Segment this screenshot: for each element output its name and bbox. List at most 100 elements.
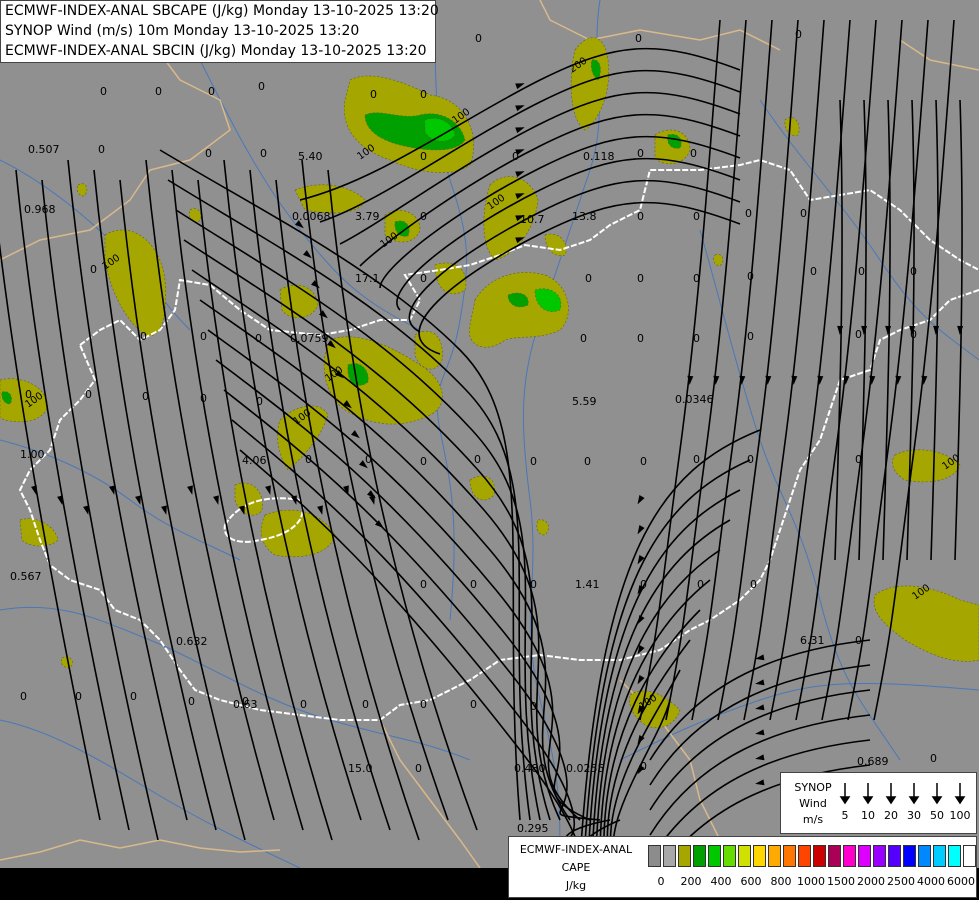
map-value-label: 0 [420, 210, 427, 223]
map-value-label: 0 [745, 207, 752, 220]
map-value-label: 0 [693, 272, 700, 285]
map-value-label: 3.79 [355, 210, 380, 223]
map-value-label: 0 [242, 695, 249, 708]
map-value-label: 0 [585, 272, 592, 285]
map-background [0, 0, 979, 900]
colorbar-swatch [843, 845, 856, 867]
header-line-cape: ECMWF-INDEX-ANAL SBCAPE (J/kg) Monday 13… [5, 3, 439, 19]
map-value-label: 0 [855, 453, 862, 466]
map-value-label: 0 [795, 28, 802, 41]
map-value-label: 0 [188, 695, 195, 708]
map-value-label: 0 [858, 265, 865, 278]
map-value-label: 0 [693, 332, 700, 345]
map-value-label: 0 [697, 578, 704, 591]
synop-wind-legend: SYNOP Wind m/s 5 10 20 30 50 100 [780, 772, 977, 834]
colorbar-title: ECMWF-INDEX-ANAL [519, 843, 633, 856]
map-value-label: 0 [75, 690, 82, 703]
map-value-label: 0 [155, 85, 162, 98]
map-value-label: 0 [370, 88, 377, 101]
map-value-label: 1.00 [20, 448, 45, 461]
map-value-label: 0 [930, 752, 937, 765]
map-value-label: 0 [300, 698, 307, 711]
map-value-label: 0 [420, 698, 427, 711]
map-value-label: 0.567 [10, 570, 42, 583]
map-value-label: 0 [747, 453, 754, 466]
colorbar-swatch [753, 845, 766, 867]
map-value-label: 0 [415, 762, 422, 775]
map-value-label: 0 [855, 634, 862, 647]
map-value-label: 17.1 [355, 272, 380, 285]
map-value-label: 0.480 [514, 762, 546, 775]
map-value-label: 0 [530, 455, 537, 468]
map-value-label: 0 [205, 147, 212, 160]
colorbar-swatch [858, 845, 871, 867]
map-value-label: 4.06 [242, 454, 267, 467]
map-value-label: 0 [420, 88, 427, 101]
map-value-label: 0 [637, 147, 644, 160]
map-value-label: 0.0759 [290, 332, 329, 345]
map-value-label: 0 [140, 330, 147, 343]
map-header: ECMWF-INDEX-ANAL SBCAPE (J/kg) Monday 13… [0, 0, 439, 63]
map-value-label: 0 [98, 143, 105, 156]
map-value-label: 0 [637, 210, 644, 223]
synop-value-10: 10 [861, 809, 875, 822]
map-value-label: 0 [690, 147, 697, 160]
map-value-label: 0 [750, 578, 757, 591]
map-value-label: 0 [100, 85, 107, 98]
map-value-label: 0 [910, 265, 917, 278]
colorbar-swatch [783, 845, 796, 867]
map-value-label: 0 [475, 32, 482, 45]
map-value-label: 0.689 [857, 755, 889, 768]
map-value-label: 0 [640, 578, 647, 591]
colorbar-swatch [918, 845, 931, 867]
map-value-label: 0 [256, 395, 263, 408]
colorbar-unit: J/kg [565, 879, 587, 892]
map-value-label: 0 [200, 330, 207, 343]
header-line-cin: ECMWF-INDEX-ANAL SBCIN (J/kg) Monday 13-… [5, 43, 427, 59]
header-line-wind: SYNOP Wind (m/s) 10m Monday 13-10-2025 1… [5, 23, 360, 39]
weather-map: 0 0 0 0 0 0 0 0 0 0 0.507 0 0 0 5.40 0 0 0.118 0 0 0.968 0.00… [0, 0, 979, 900]
synop-value-20: 20 [884, 809, 898, 822]
synop-value-5: 5 [841, 809, 849, 822]
map-value-label: 0.507 [28, 143, 60, 156]
map-value-label: 0 [85, 388, 92, 401]
colorbar-swatch [648, 845, 661, 867]
map-value-label: 0 [130, 690, 137, 703]
colorbar-swatch [813, 845, 826, 867]
map-value-label: 0 [693, 210, 700, 223]
map-value-label: 0 [258, 80, 265, 93]
map-value-label: 0 [260, 147, 267, 160]
colorbar-swatch [693, 845, 706, 867]
colorbar-swatch [873, 845, 886, 867]
map-value-label: 0 [90, 263, 97, 276]
map-value-label: 0 [470, 698, 477, 711]
colorbar-swatch [738, 845, 751, 867]
colorbar-swatch [948, 845, 961, 867]
colorbar-variable: CAPE [561, 861, 591, 874]
map-value-label: 1.41 [575, 578, 600, 591]
cape-colorbar: ECMWF-INDEX-ANAL CAPE J/kg 0 200 400 600 800… [508, 836, 977, 898]
map-value-label: 15.0 [348, 762, 373, 775]
map-value-label: 0 [635, 32, 642, 45]
synop-value-50: 50 [930, 809, 944, 822]
map-value-label: 0 [693, 453, 700, 466]
map-value-label: 0 [910, 328, 917, 341]
colorbar-swatch [678, 845, 691, 867]
map-value-label: 0 [20, 690, 27, 703]
map-value-label: 0 [200, 392, 207, 405]
map-value-label: 0 [470, 578, 477, 591]
synop-value-30: 30 [907, 809, 921, 822]
map-value-label: 0 [365, 453, 372, 466]
colorbar-swatch [828, 845, 841, 867]
map-value-label: 0 [420, 455, 427, 468]
map-value-label: 0 [580, 332, 587, 345]
map-value-label: 0 [362, 698, 369, 711]
colorbar-tick-label: 6000 [947, 875, 975, 888]
map-value-label: 0 [747, 330, 754, 343]
synop-arrow-icons [839, 783, 966, 805]
colorbar-swatch [903, 845, 916, 867]
map-value-label: 0 [255, 332, 262, 345]
map-value-label: 0 [637, 332, 644, 345]
map-value-label: 0 [142, 390, 149, 403]
colorbar-swatch [963, 845, 976, 867]
